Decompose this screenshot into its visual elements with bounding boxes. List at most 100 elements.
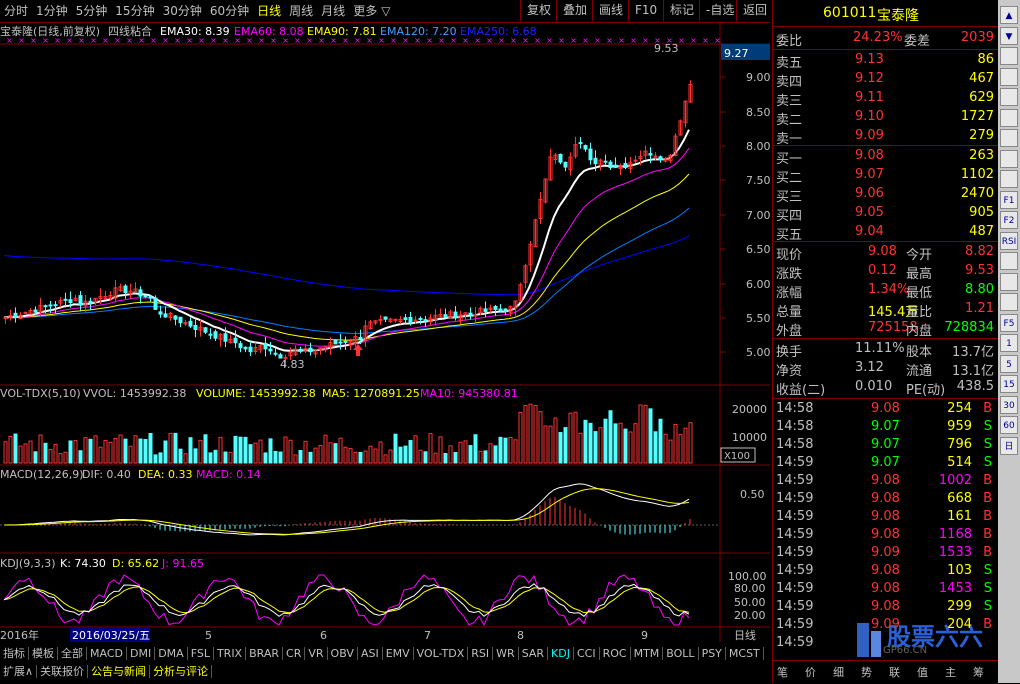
toolbar-button[interactable] [1000,47,1018,65]
indicator-tab[interactable]: KDJ [548,647,574,660]
signal-marker: × [714,36,721,45]
indicator-tab[interactable]: VOL-TDX [413,647,469,660]
volume-bar [433,452,438,464]
indicator-tab[interactable]: CCI [573,647,600,660]
tab-monthly[interactable]: 月线 [317,0,349,22]
tab-fenshi[interactable]: 分时 [0,0,32,22]
candle-body [243,346,248,350]
indicator-tab[interactable]: TRIX [213,647,247,660]
toolbar-button[interactable] [1000,149,1018,168]
toolbar-button[interactable]: 日 [1000,436,1018,455]
indicator-tab[interactable]: EMV [382,647,414,660]
signal-marker: × [702,36,709,45]
indicator-tab[interactable]: DMI [126,647,156,660]
tab-60min[interactable]: 60分钟 [206,0,253,22]
candle-body [473,314,478,317]
tab-15min[interactable]: 15分钟 [111,0,158,22]
toolbar-button[interactable]: 1 [1000,334,1018,352]
indicator-tab[interactable]: OBV [327,647,358,660]
kline-chart[interactable]: 宝泰隆(日线,前复权) 四线粘合 EMA30: 8.39 EMA60: 8.08… [0,22,770,645]
extension-tab[interactable]: 关联报价 [37,665,89,678]
candle-body [443,314,448,318]
indicator-tab[interactable]: WR [493,647,519,660]
f10-button[interactable]: F10 [628,0,663,21]
indicator-tab[interactable]: 全部 [58,647,87,660]
indicator-tab[interactable]: SAR [518,647,549,660]
indicator-tab[interactable]: 指标 [0,647,29,660]
more-dropdown-icon[interactable]: ▽ [381,0,390,22]
back-button[interactable]: 返回 [736,0,773,21]
detail-tab[interactable]: 笔 [777,664,788,680]
indicator-tab[interactable]: ASI [357,647,383,660]
volume-bar [628,431,633,464]
indicator-tab[interactable]: MCST [725,647,764,660]
signal-marker: × [246,36,253,45]
toolbar-button[interactable] [1000,252,1018,270]
volume-bar [198,439,203,464]
indicator-tab[interactable]: PSY [698,647,726,660]
tab-daily[interactable]: 日线 [253,0,285,22]
detail-tab[interactable]: 主 [945,664,956,680]
detail-tab[interactable]: 价 [805,664,816,680]
indicator-tab[interactable]: MTM [630,647,664,660]
toolbar-button[interactable]: 60 [1000,416,1018,434]
low-price-label: 4.83 [280,358,305,371]
toolbar-button[interactable] [1000,272,1018,291]
indicator-tab[interactable]: MACD [87,647,127,660]
extension-tab[interactable]: 扩展∧ [0,665,38,678]
signal-marker: × [90,36,97,45]
indicator-tab[interactable]: RSI [468,647,494,660]
candle-body [203,327,208,333]
toolbar-button[interactable] [1000,293,1018,311]
fuquan-button[interactable]: 复权 [520,0,557,21]
toolbar-button[interactable]: 30 [1000,395,1018,414]
tab-5min[interactable]: 5分钟 [72,0,112,22]
indicator-tab[interactable]: BOLL [663,647,699,660]
toolbar-button[interactable] [1000,129,1018,147]
toolbar-button[interactable] [1000,108,1018,127]
mark-button[interactable]: 标记 [663,0,700,21]
indicator-tab[interactable]: BRAR [246,647,284,660]
toolbar-button[interactable]: ▲ [1000,6,1018,24]
candle-body [343,340,348,343]
toolbar-button[interactable]: ▼ [1000,26,1018,45]
toolbar-button[interactable]: F5 [1000,313,1018,332]
stat2-row: 换手 11.11% 股本 13.7亿 [773,340,998,360]
detail-tab[interactable]: 势 [861,664,872,680]
indicator-tab[interactable]: FSL [187,647,214,660]
toolbar-button[interactable] [1000,88,1018,106]
tab-more[interactable]: 更多 [349,0,381,22]
toolbar-button[interactable]: F1 [1000,190,1018,209]
indicator-tab[interactable]: DMA [155,647,188,660]
extension-tab[interactable]: 公告与新闻 [88,665,151,678]
y-tick: 6.50 [746,243,770,256]
overlay-button[interactable]: 叠加 [556,0,593,21]
indicator-tab[interactable]: CR [283,647,306,660]
toolbar-button[interactable] [1000,170,1018,188]
tab-1min[interactable]: 1分钟 [32,0,72,22]
bid-volume: 263 [969,148,994,163]
indicator-tab[interactable]: ROC [599,647,631,660]
draw-line-button[interactable]: 画线 [592,0,629,21]
extension-tab[interactable]: 分析与评论 [150,665,213,678]
toolbar-button[interactable]: 15 [1000,375,1018,393]
volume-bar [353,451,358,464]
j-line [3,574,690,627]
indicator-tab[interactable]: 模板 [29,647,58,660]
indicator-tab[interactable]: VR [305,647,328,660]
tab-weekly[interactable]: 周线 [285,0,317,22]
detail-tab[interactable]: 细 [833,664,844,680]
toolbar-button[interactable] [1000,67,1018,86]
signal-marker: × [642,36,649,45]
toolbar-button[interactable]: F2 [1000,211,1018,229]
y-tick: 9.00 [746,71,770,84]
detail-tab[interactable]: 联 [889,664,900,680]
toolbar-button[interactable]: 5 [1000,354,1018,373]
bid-row: 买五 9.04 487 [773,223,998,243]
detail-tab[interactable]: 值 [917,664,928,680]
volume-bar [248,444,253,464]
detail-tab[interactable]: 筹 [973,664,984,680]
watchlist-button[interactable]: -自选 [699,0,740,21]
toolbar-button[interactable]: RSI [1000,231,1018,250]
tab-30min[interactable]: 30分钟 [159,0,206,22]
